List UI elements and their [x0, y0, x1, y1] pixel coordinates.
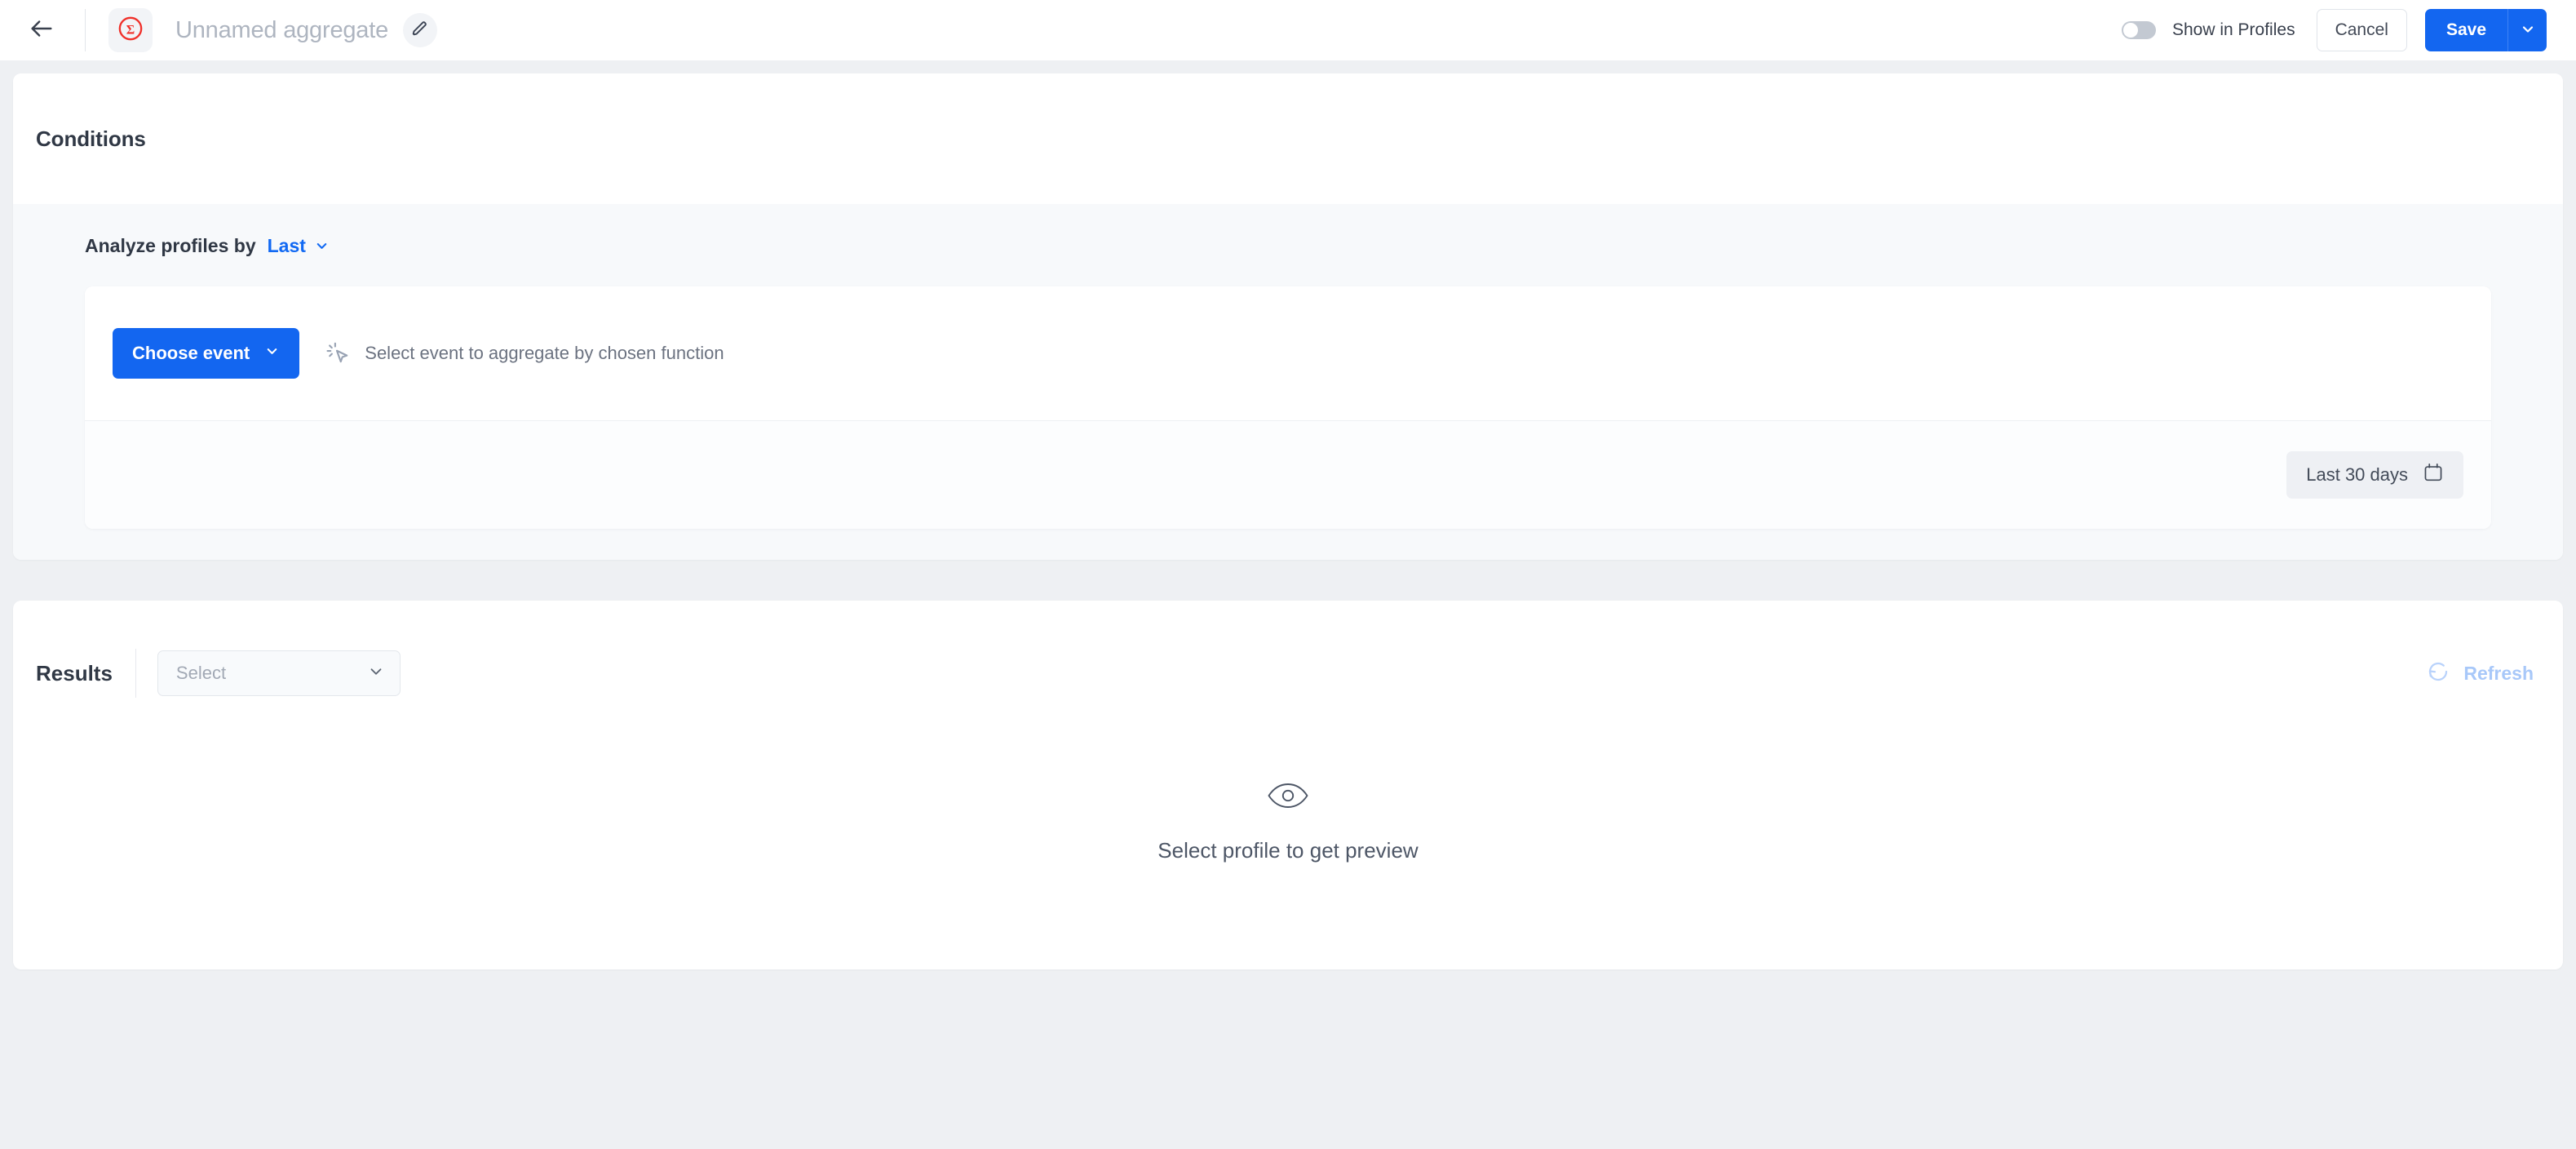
- svg-text:Σ: Σ: [126, 23, 135, 37]
- pencil-icon: [411, 20, 429, 42]
- cancel-button[interactable]: Cancel: [2317, 9, 2407, 51]
- back-button[interactable]: [18, 7, 65, 54]
- date-range-selector[interactable]: Last 30 days: [2286, 451, 2463, 499]
- profile-select[interactable]: Select: [157, 650, 401, 696]
- save-button[interactable]: Save: [2425, 9, 2507, 51]
- refresh-circular-arrow-icon: [2426, 659, 2450, 688]
- results-empty-text: Select profile to get preview: [1157, 838, 1418, 863]
- event-condition-card: Choose event: [85, 286, 2491, 529]
- sigma-circle-icon: Σ: [117, 15, 144, 47]
- chevron-down-icon: [2520, 21, 2536, 40]
- event-card-footer: Last 30 days: [85, 421, 2491, 529]
- top-header-bar: Σ Unnamed aggregate Show in Profiles Can…: [0, 0, 2576, 60]
- results-empty-state: Select profile to get preview: [13, 782, 2563, 863]
- conditions-card-body: Analyze profiles by Last Choose eve: [13, 204, 2563, 560]
- results-title: Results: [36, 661, 113, 686]
- save-options-button[interactable]: [2507, 9, 2547, 51]
- analyze-profiles-by-value: Last: [268, 235, 306, 257]
- analyze-profiles-by-dropdown[interactable]: Last: [268, 235, 330, 257]
- refresh-button[interactable]: Refresh: [2426, 659, 2534, 688]
- page-title[interactable]: Unnamed aggregate: [175, 17, 388, 44]
- choose-event-label: Choose event: [132, 343, 250, 364]
- show-in-profiles-label: Show in Profiles: [2172, 20, 2295, 40]
- results-divider: [135, 649, 136, 698]
- save-button-group: Save: [2425, 9, 2547, 51]
- click-cursor-icon: [325, 341, 350, 366]
- calendar-icon: [2423, 462, 2444, 488]
- event-selection-row: Choose event: [85, 286, 2491, 420]
- header-divider: [85, 9, 86, 51]
- page-content: Conditions Analyze profiles by Last: [0, 73, 2576, 969]
- show-in-profiles-toggle[interactable]: [2122, 21, 2156, 39]
- event-selection-hint: Select event to aggregate by chosen func…: [365, 343, 724, 364]
- conditions-card: Conditions Analyze profiles by Last: [13, 73, 2563, 560]
- date-range-label: Last 30 days: [2306, 464, 2408, 486]
- arrow-left-icon: [28, 15, 55, 47]
- header-actions: Show in Profiles Cancel Save: [2122, 9, 2547, 51]
- edit-title-button[interactable]: [403, 13, 437, 47]
- choose-event-button[interactable]: Choose event: [113, 328, 299, 379]
- conditions-title: Conditions: [36, 126, 146, 152]
- chevron-down-icon: [264, 343, 280, 364]
- chevron-down-icon: [314, 238, 330, 254]
- results-card: Results Select: [13, 601, 2563, 969]
- analyze-profiles-label: Analyze profiles by: [85, 235, 256, 257]
- aggregate-editor-page: Σ Unnamed aggregate Show in Profiles Can…: [0, 0, 2576, 1149]
- aggregate-type-badge: Σ: [108, 8, 153, 52]
- conditions-card-header: Conditions: [13, 73, 2563, 204]
- eye-icon: [1267, 782, 1309, 814]
- toggle-knob: [2123, 23, 2138, 38]
- chevron-down-icon: [367, 663, 385, 685]
- results-header: Results Select: [13, 601, 2563, 708]
- refresh-label: Refresh: [2463, 663, 2534, 685]
- profile-select-placeholder: Select: [176, 663, 367, 684]
- analyze-profiles-row: Analyze profiles by Last: [36, 235, 2540, 257]
